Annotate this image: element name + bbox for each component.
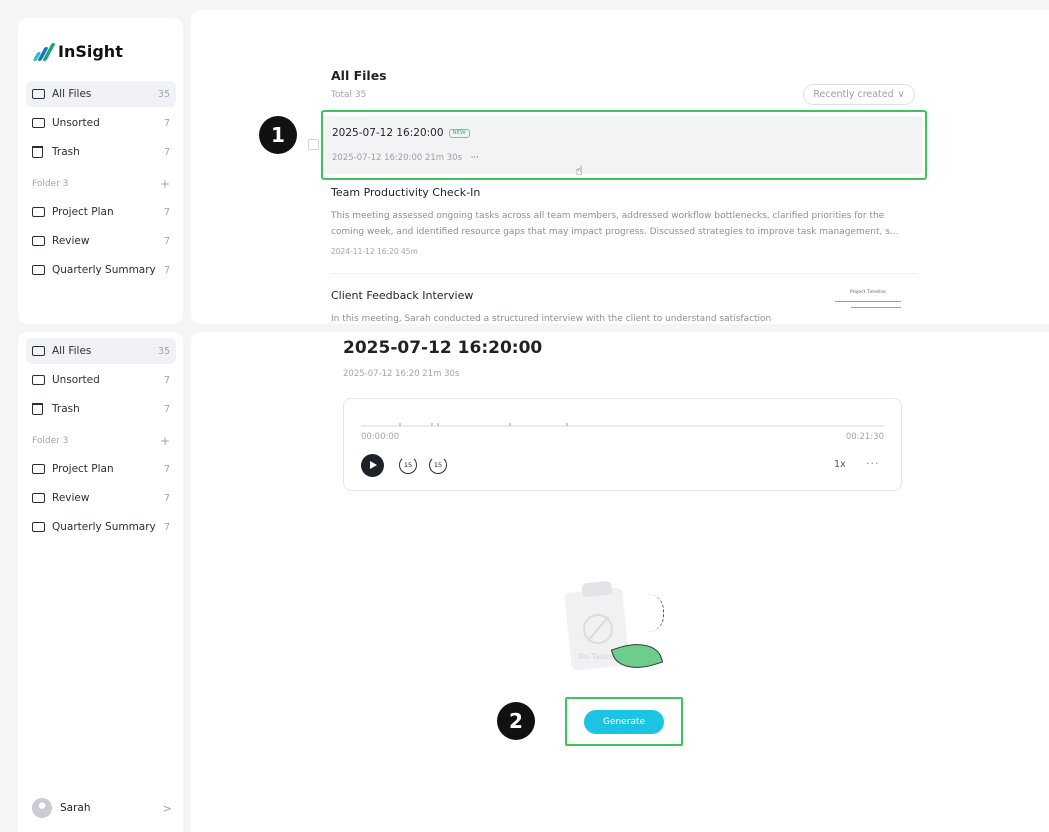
playback-speed[interactable]: 1x (834, 459, 846, 470)
file-item-client-feedback[interactable]: Client Feedback Interview In this meetin… (331, 289, 917, 324)
track-marker (399, 423, 401, 426)
chevron-right-icon: > (162, 801, 172, 815)
sidebar-item-all-files[interactable]: All Files 35 (26, 81, 176, 107)
sort-label: Recently created (813, 89, 894, 100)
file-thumbnail: Project Timeline (831, 290, 905, 324)
app-logo: InSight (32, 42, 123, 61)
sidebar-nav: All Files 35 Unsorted 7 Trash 7 Folder 3… (26, 81, 176, 286)
sidebar-item-project-plan[interactable]: Project Plan 7 (26, 199, 176, 225)
empty-state-illustration: No Tasks (564, 580, 676, 690)
file-list-panel: All Files Total 35 Recently created ∨ 20… (191, 10, 1049, 324)
sidebar-item-review[interactable]: Review 7 (26, 485, 176, 511)
progress-track[interactable] (361, 423, 884, 427)
highlighted-file-row[interactable]: 2025-07-12 16:20:00 NEW 2025-07-12 16:20… (321, 110, 927, 180)
folder-icon (32, 207, 45, 217)
total-count: Total 35 (331, 90, 367, 100)
dashed-path (648, 594, 664, 632)
folder-header: Folder 3 + (32, 434, 170, 448)
generate-highlight: Generate (565, 697, 683, 746)
trash-icon (32, 146, 43, 158)
user-name: Sarah (60, 802, 91, 814)
sidebar-item-review[interactable]: Review 7 (26, 228, 176, 254)
folder-icon (32, 89, 45, 99)
track-marker (437, 423, 439, 426)
thumbnail-line (851, 307, 901, 308)
file-title: Team Productivity Check-In (331, 186, 481, 199)
skip-back-15-icon[interactable]: 15 (399, 456, 417, 474)
track-marker (509, 423, 511, 426)
recording-detail-panel: 2025-07-12 16:20:00 2025-07-12 16:20 21m… (191, 332, 1049, 832)
row-hover-background (325, 116, 923, 174)
recording-title: 2025-07-12 16:20:00 (343, 338, 543, 358)
sidebar-item-unsorted[interactable]: Unsorted 7 (26, 110, 176, 136)
track-marker (566, 423, 568, 426)
file-title: Client Feedback Interview (331, 289, 474, 302)
play-button[interactable] (361, 454, 384, 477)
folder-header: Folder 3 + (32, 177, 170, 191)
chevron-down-icon: ∨ (897, 89, 905, 100)
sidebar-nav: All Files 35 Unsorted 7 Trash 7 Folder 3… (26, 338, 176, 543)
new-badge: NEW (448, 128, 470, 138)
hand-pointer-icon: ☝ (575, 164, 583, 179)
folder-icon (32, 375, 45, 385)
sidebar-item-quarterly-summary[interactable]: Quarterly Summary 7 (26, 257, 176, 283)
sort-dropdown[interactable]: Recently created ∨ (803, 84, 915, 105)
audio-player: 00:00:00 00:21:30 15 15 1x ··· (343, 398, 902, 491)
sidebar-bottom: All Files 35 Unsorted 7 Trash 7 Folder 3… (18, 332, 183, 832)
sidebar-top: InSight All Files 35 Unsorted 7 Trash 7 … (18, 18, 183, 324)
empty-state-text: No Tasks (578, 652, 613, 661)
step-callout-2: 2 (497, 702, 535, 740)
generate-button[interactable]: Generate (584, 710, 664, 734)
sidebar-item-all-files[interactable]: All Files 35 (26, 338, 176, 364)
sidebar-item-project-plan[interactable]: Project Plan 7 (26, 456, 176, 482)
thumbnail-line (835, 301, 901, 302)
more-options-button[interactable]: ··· (866, 457, 880, 470)
insight-logo-icon (32, 42, 56, 61)
avatar (32, 798, 52, 818)
sidebar-item-trash[interactable]: Trash 7 (26, 396, 176, 422)
sidebar-item-unsorted[interactable]: Unsorted 7 (26, 367, 176, 393)
file-title: 2025-07-12 16:20:00 NEW (332, 127, 470, 139)
user-profile[interactable]: Sarah > (32, 798, 172, 818)
page-title: All Files (331, 68, 387, 83)
sidebar-item-trash[interactable]: Trash 7 (26, 139, 176, 165)
total-time: 00:21:30 (845, 432, 884, 442)
step-callout-1: 1 (259, 116, 297, 154)
more-options-button[interactable]: ··· (471, 153, 479, 163)
file-meta: 2025-07-12 16:20:00 21m 30s ··· (332, 153, 479, 163)
folder-icon (32, 493, 45, 503)
row-checkbox[interactable] (308, 139, 319, 150)
current-time: 00:00:00 (361, 432, 400, 442)
prohibited-icon (583, 614, 613, 644)
folder-icon (32, 236, 45, 246)
folder-icon (32, 522, 45, 532)
file-item-team-productivity[interactable]: Team Productivity Check-In This meeting … (331, 186, 917, 256)
sidebar-item-quarterly-summary[interactable]: Quarterly Summary 7 (26, 514, 176, 540)
trash-icon (32, 403, 43, 415)
add-folder-button[interactable]: + (160, 434, 170, 448)
folder-icon (32, 346, 45, 356)
add-folder-button[interactable]: + (160, 177, 170, 191)
recording-meta: 2025-07-12 16:20 21m 30s (343, 369, 460, 379)
divider (331, 273, 917, 274)
app-name: InSight (58, 42, 123, 61)
file-meta: 2024-11-12 16:20 45m (331, 247, 418, 256)
skip-forward-15-icon[interactable]: 15 (429, 456, 447, 474)
track-marker (431, 423, 433, 426)
file-summary: In this meeting, Sarah conducted a struc… (331, 314, 772, 324)
folder-icon (32, 265, 45, 275)
folder-icon (32, 464, 45, 474)
folder-icon (32, 118, 45, 128)
file-summary: This meeting assessed ongoing tasks acro… (331, 211, 899, 237)
